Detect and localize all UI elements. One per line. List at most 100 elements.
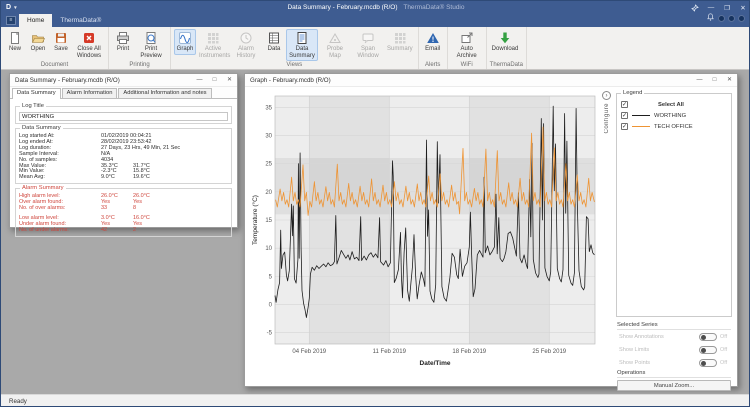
ribbon-button-open[interactable]: Open (27, 29, 49, 55)
data-summary-window[interactable]: Data Summary - February.mcdb (R/O) — □ ✕… (9, 73, 238, 237)
x-tick-label: 11 Feb 2019 (373, 349, 407, 355)
graph-window-title: Graph - February.mcdb (R/O) (250, 76, 331, 84)
y-tick-label: -5 (267, 331, 273, 337)
thermadata-studio-window: D ▾ Data Summary - February.mcdb (R/O) T… (0, 0, 750, 407)
graph-window-titlebar[interactable]: Graph - February.mcdb (R/O) — □ ✕ (245, 74, 737, 87)
ribbon-button-label: Summary (387, 46, 413, 52)
ribbon-button-label: Data (267, 46, 281, 52)
toggle-row-show-annotations: Show Annotations Off (619, 332, 729, 342)
ribbon-button-close-all-windows[interactable]: Close All Windows (73, 29, 105, 61)
ribbon-tab-thermadata[interactable]: ThermaData® (52, 14, 109, 27)
tab-additional-information-and-notes[interactable]: Additional Information and notes (118, 88, 212, 98)
legend-groupbox: Legend ✓ Select All ✓ WORTHING ✓ TECH OFFIC… (616, 90, 732, 317)
data-table-icon (269, 32, 279, 44)
log-title-field[interactable]: WORTHING (19, 112, 228, 121)
ribbon-button-data-summary[interactable]: Data Summary (286, 29, 318, 62)
table-row: Mean Avg: 9.0°C 19.6°C (19, 174, 228, 181)
title-bar[interactable]: D ▾ Data Summary - February.mcdb (R/O) T… (1, 1, 749, 14)
status-badge[interactable] (728, 14, 735, 22)
toggle-switch[interactable] (699, 359, 717, 367)
ribbon-button-email[interactable]: Email (422, 29, 444, 55)
select-all-checkbox[interactable]: ✓ (621, 101, 628, 108)
maximize-button[interactable]: □ (207, 74, 222, 86)
status-badge[interactable] (738, 14, 745, 22)
ribbon-button-download[interactable]: Download (490, 29, 521, 55)
ribbon-group-label: Printing (129, 62, 150, 69)
maximize-button[interactable]: □ (707, 74, 722, 86)
minimize-button[interactable]: — (692, 74, 707, 86)
y-tick-label: 25 (265, 162, 272, 168)
ribbon-button-print[interactable]: Print (112, 29, 134, 55)
row-value-1: 42 (101, 226, 108, 233)
alarm-summary-section-label: Alarm Summary (20, 185, 66, 192)
open-folder-icon (32, 35, 45, 43)
y-tick-label: 30 (265, 133, 272, 139)
toggle-label: Show Points (619, 360, 651, 366)
ribbon: New Open Save Close All Windows Document Prin… (1, 27, 749, 70)
file-menu-button[interactable]: ≡ (6, 16, 16, 25)
ribbon-group-views: Graph Active Instruments Alarm History Data… (171, 27, 419, 69)
tab-alarm-information[interactable]: Alarm Information (61, 88, 118, 98)
toggle-switch[interactable] (699, 333, 717, 341)
pin-icon[interactable] (687, 1, 703, 14)
toggle-knob (701, 361, 706, 366)
collapse-panel-icon[interactable]: › (602, 91, 611, 100)
y-tick-label: 15 (265, 218, 272, 224)
minimize-button[interactable]: — (192, 74, 207, 86)
configure-tab-label[interactable]: Configure (604, 103, 610, 134)
ribbon-button-print-preview[interactable]: Print Preview (135, 29, 167, 61)
manual-zoom-button[interactable]: Manual Zoom... (617, 380, 731, 391)
ribbon-button-save[interactable]: Save (50, 29, 72, 55)
ribbon-group-label: ThermaData (489, 62, 524, 68)
ribbon-button-auto-archive[interactable]: Auto Archive (451, 29, 483, 61)
ribbon-group-thermadata: Download ThermaData (487, 27, 528, 69)
ribbon-button-summary: Summary (385, 29, 415, 55)
y-tick-label: 10 (265, 246, 272, 252)
ribbon-button-data[interactable]: Data (263, 29, 285, 55)
quick-access-caret-icon[interactable]: ▾ (14, 5, 17, 11)
series-name: WORTHING (654, 112, 687, 119)
bell-icon[interactable] (706, 9, 715, 27)
close-icon[interactable]: ✕ (722, 74, 737, 86)
ribbon-button-graph[interactable]: Graph (174, 29, 196, 55)
ribbon-button-label: Print Preview (140, 46, 162, 59)
ribbon-button-new[interactable]: New (4, 29, 26, 55)
new-document-icon (11, 31, 20, 44)
ribbon-group-alerts: Email Alerts (419, 27, 448, 69)
series-checkbox[interactable]: ✓ (621, 123, 628, 130)
ribbon-button-label: Graph (176, 46, 194, 52)
ribbon-group-label: WiFi (460, 62, 473, 69)
configure-strip: › Configure (600, 89, 613, 381)
tab-data-summary[interactable]: Data Summary (12, 88, 61, 99)
ribbon-button-label: Download (491, 46, 519, 52)
close-icon[interactable]: ✕ (222, 74, 237, 86)
temperature-chart[interactable]: -5 0 5 10 15 20 25 30 35 04 Feb 2019 11 Feb 2019 18… (249, 88, 605, 384)
alarm-summary-groupbox: Alarm Summary High alarm level: 26.0°C 26.… (15, 185, 232, 237)
ribbon-button-label: Active Instruments (199, 46, 231, 59)
series-checkbox[interactable]: ✓ (621, 112, 628, 119)
quick-access-toolbar[interactable]: D ▾ (1, 4, 17, 11)
ribbon-button-span-window: Span Window (352, 29, 384, 61)
ribbon-button-label: Auto Archive (456, 46, 477, 59)
toggle-state: Off (720, 360, 728, 366)
ribbon-group-label: Views (286, 62, 303, 69)
toggle-label: Show Annotations (619, 334, 664, 340)
toggle-switch[interactable] (699, 346, 717, 354)
ribbon-group-wifi: Auto Archive WiFi (448, 27, 487, 69)
x-tick-label: 18 Feb 2019 (452, 349, 486, 355)
operations-label: Operations (617, 370, 731, 378)
status-badge[interactable] (718, 14, 725, 22)
status-text: Ready (9, 398, 27, 405)
y-axis-title: Temperature (°C) (251, 195, 259, 245)
ribbon-button-alarm-history: Alarm History (230, 29, 262, 61)
ribbon-group-document: New Open Save Close All Windows Document (1, 27, 109, 69)
window-title-primary: Data Summary - February.mcdb (R/O) (287, 4, 398, 11)
row-label: No. of over alarms: (19, 205, 66, 212)
data-summary-window-titlebar[interactable]: Data Summary - February.mcdb (R/O) — □ ✕ (10, 74, 237, 87)
data-summary-section-label: Data Summary (20, 125, 63, 131)
ribbon-button-label: Data Summary (289, 46, 315, 59)
ribbon-tab-home[interactable]: Home (19, 14, 53, 27)
grid-icon (394, 33, 406, 44)
legend-item-tech-office: ✓ TECH OFFICE (621, 122, 731, 131)
graph-window[interactable]: Graph - February.mcdb (R/O) — □ ✕ -5 0 5 10… (244, 73, 738, 391)
